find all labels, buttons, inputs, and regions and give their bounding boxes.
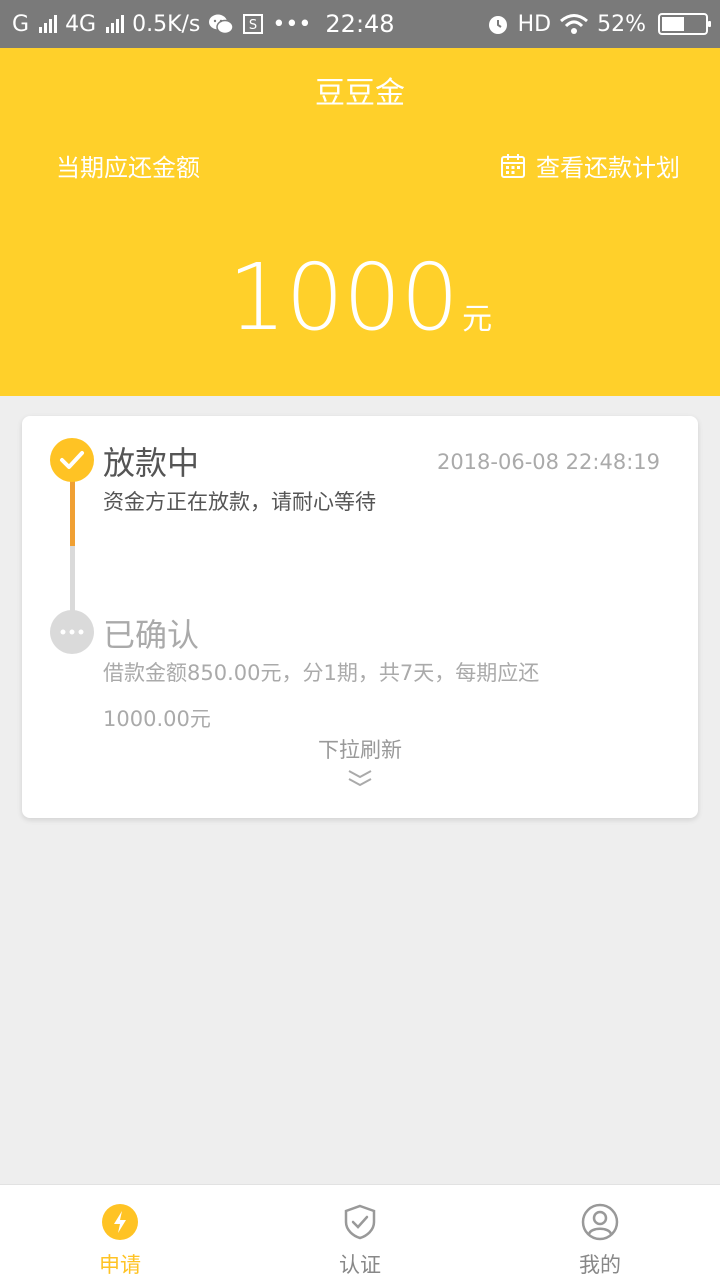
step-title-disbursing: 放款中	[103, 444, 200, 482]
status-bar: G 4G 0.5K/s S ••• 22:48 HD 52%	[0, 0, 720, 48]
notification-s-icon: S	[243, 14, 264, 34]
nav-item-verify[interactable]: 认证	[240, 1185, 480, 1280]
check-icon	[50, 438, 94, 482]
header: 豆豆金 当期应还金额 查看还款计划 1000 元	[0, 48, 720, 396]
status-right: HD 52%	[486, 11, 711, 37]
due-amount: 1000 元	[0, 244, 720, 351]
signal-icon	[39, 15, 58, 33]
battery-icon	[658, 13, 711, 35]
double-chevron-down-icon	[348, 770, 372, 787]
nav-item-apply[interactable]: 申请	[0, 1185, 240, 1280]
plan-link-label: 查看还款计划	[536, 154, 680, 182]
due-amount-label: 当期应还金额	[56, 154, 200, 182]
status-left: G 4G 0.5K/s S •••	[12, 12, 311, 37]
nav-label-verify: 认证	[339, 1253, 381, 1277]
alarm-icon	[488, 16, 507, 34]
timeline-progress-line	[70, 480, 75, 546]
wifi-icon	[560, 14, 589, 34]
page-title: 豆豆金	[315, 76, 405, 111]
view-repayment-plan-link[interactable]: 查看还款计划	[500, 148, 680, 183]
due-amount-unit: 元	[462, 302, 493, 337]
signal-icon	[106, 15, 125, 33]
more-dots-icon: •••	[272, 11, 312, 37]
step-timestamp: 2018-06-08 22:48:19	[436, 450, 660, 474]
timeline-pending-line	[70, 546, 75, 612]
due-amount-value: 1000	[227, 244, 459, 351]
loan-status-card: 放款中 2018-06-08 22:48:19 资金方正在放款，请耐心等待 已确…	[22, 416, 698, 818]
svg-text:S: S	[249, 18, 257, 33]
bottom-nav: 申请 认证 我的	[0, 1184, 720, 1280]
app-screen: G 4G 0.5K/s S ••• 22:48 HD 52% 豆豆金 当期应还金…	[0, 0, 720, 1280]
more-dots-icon	[50, 610, 94, 654]
hd-label: HD	[517, 11, 552, 37]
step-desc-disbursing: 资金方正在放款，请耐心等待	[103, 490, 376, 514]
lightning-icon	[102, 1204, 138, 1240]
wechat-icon	[209, 14, 235, 35]
step-desc-confirmed: 借款金额850.00元，分1期，共7天，每期应还1000.00元	[103, 661, 540, 731]
calendar-icon	[501, 153, 525, 178]
carrier-1: G	[12, 11, 30, 37]
pull-to-refresh-hint: 下拉刷新	[318, 738, 402, 762]
nav-label-mine: 我的	[579, 1253, 621, 1277]
nav-label-apply: 申请	[99, 1253, 141, 1277]
network-speed: 0.5K/s	[132, 11, 201, 37]
user-icon	[581, 1203, 619, 1241]
carrier-2: 4G	[65, 11, 97, 37]
shield-check-icon	[344, 1204, 376, 1240]
battery-percent: 52%	[597, 11, 646, 37]
nav-item-mine[interactable]: 我的	[480, 1185, 720, 1280]
